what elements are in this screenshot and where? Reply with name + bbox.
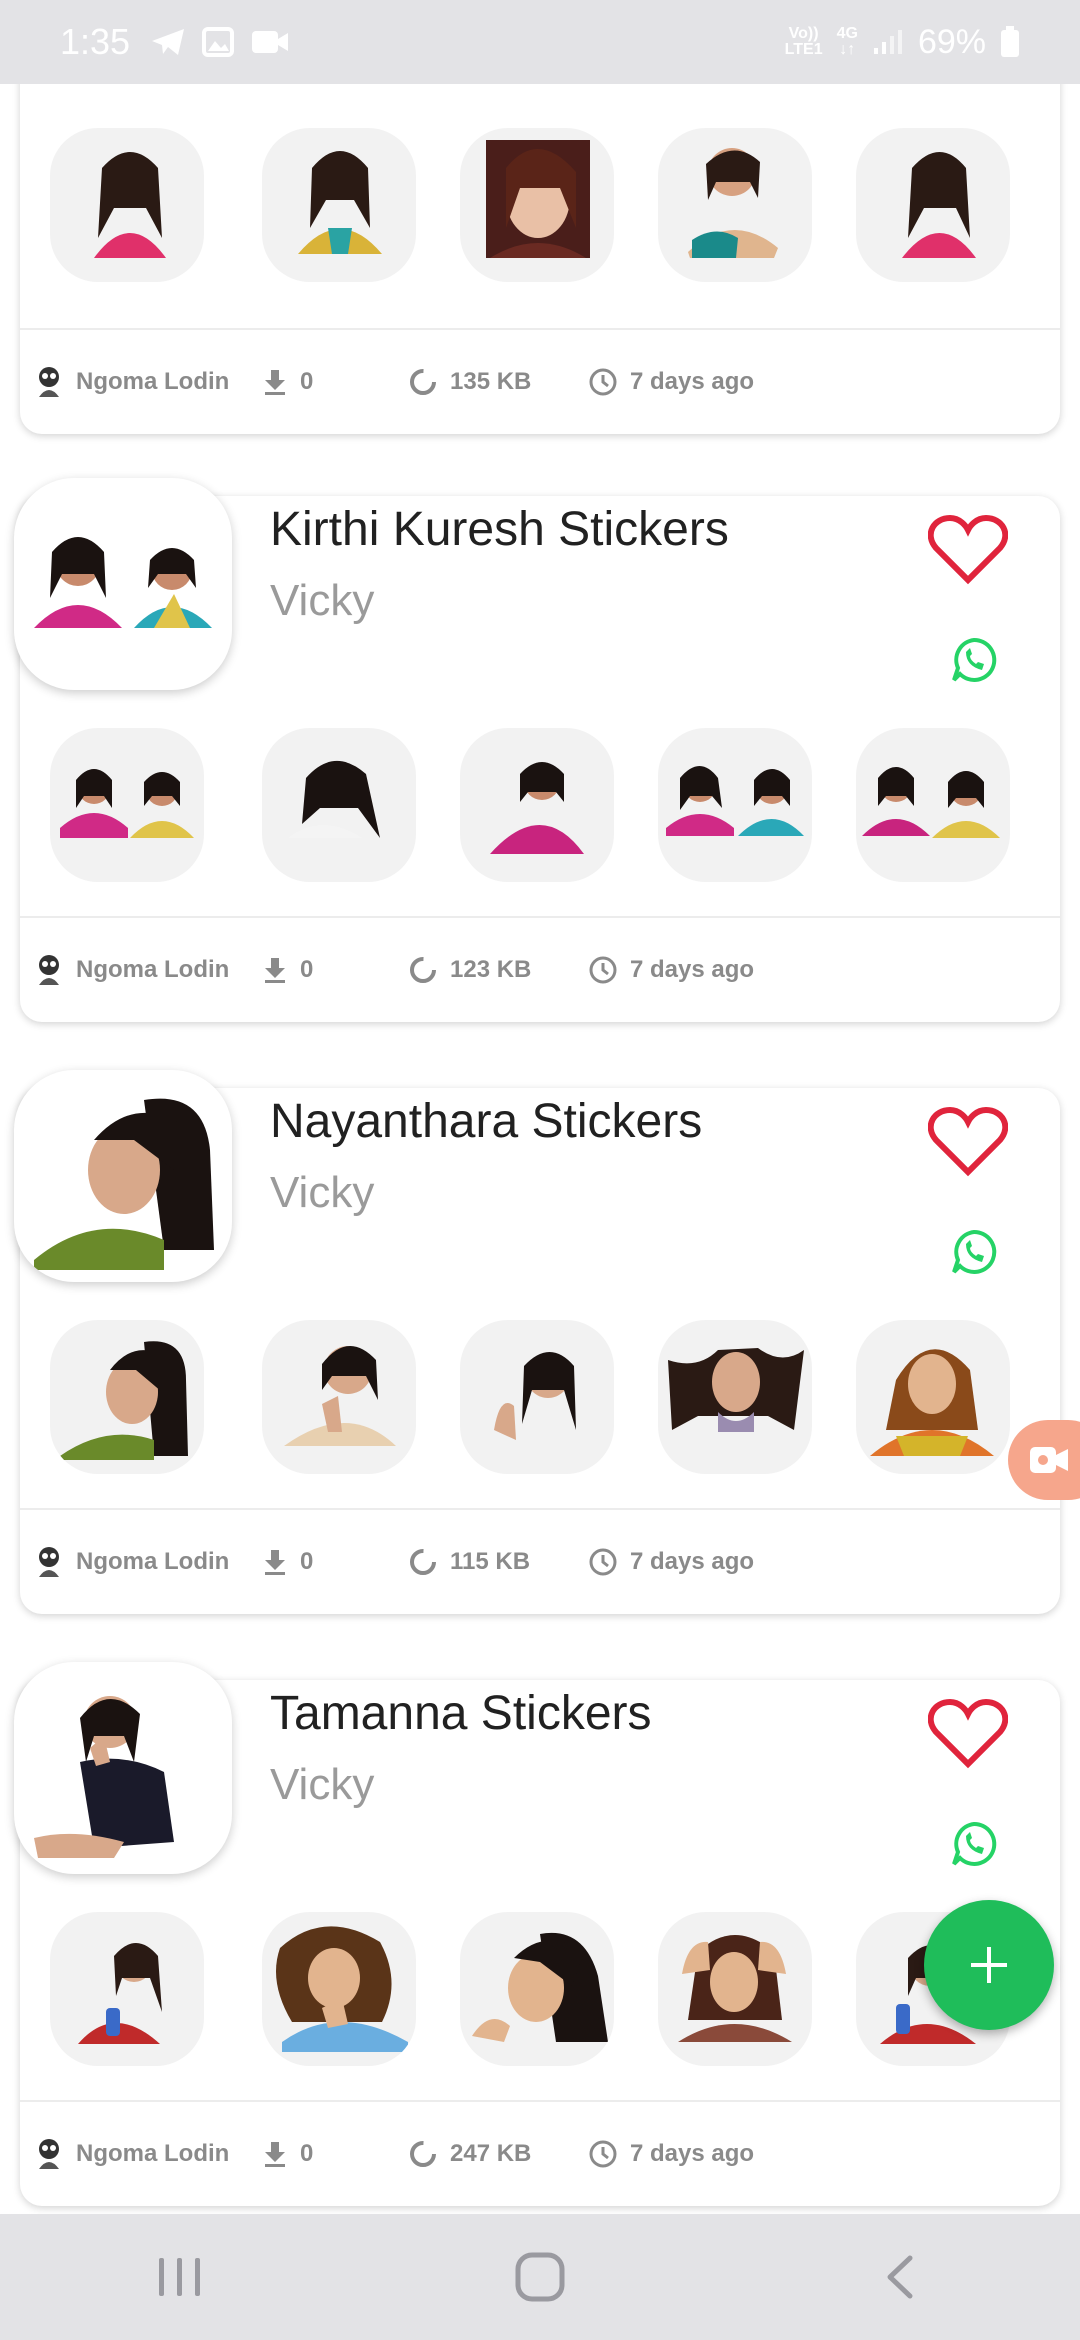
video-camera-icon <box>252 31 289 53</box>
publisher-avatar-icon <box>39 1547 59 1577</box>
sticker-thumbnail[interactable] <box>658 128 812 282</box>
pack-size: 115 KB <box>450 1548 531 1575</box>
size-icon <box>410 957 436 983</box>
battery-percent: 69% <box>917 22 986 61</box>
network-indicator: Vo)) LTE1 <box>784 25 823 58</box>
status-time: 1:35 <box>60 21 131 62</box>
clock-icon <box>589 2140 617 2168</box>
home-button[interactable] <box>480 2237 600 2317</box>
sticker-thumbnail[interactable] <box>50 728 204 882</box>
download-icon <box>265 1550 285 1575</box>
sticker-thumbnail[interactable] <box>856 1320 1010 1474</box>
pack-age: 7 days ago <box>630 1548 755 1575</box>
download-count: 0 <box>300 956 314 983</box>
sticker-pack-list[interactable]: Ngoma Lodin 0 135 KB 7 days ago Kirthi K… <box>0 84 1080 2214</box>
pack-stats-bar: Ngoma Lodin 0 115 KB 7 days ago <box>20 1508 1060 1614</box>
publisher-avatar-icon <box>39 955 59 985</box>
sticker-pack-card[interactable]: Tamanna Stickers Vicky Ngoma Lodin 0 247… <box>14 1662 1060 2206</box>
pack-stats-bar: Ngoma Lodin 0 247 KB 7 days ago <box>20 2100 1060 2206</box>
publisher-name: Ngoma Lodin <box>76 368 230 395</box>
clock-icon <box>589 368 617 396</box>
sticker-thumbnail[interactable] <box>460 1320 614 1474</box>
sticker-thumbnail[interactable] <box>658 1320 812 1474</box>
sticker-thumbnail[interactable] <box>262 728 416 882</box>
home-icon <box>515 2252 565 2302</box>
whatsapp-icon[interactable] <box>950 636 998 684</box>
download-count: 0 <box>300 2140 314 2167</box>
clock-icon <box>589 1548 617 1576</box>
pack-title: Nayanthara Stickers <box>270 1095 703 1148</box>
plus-icon <box>971 1947 1007 1983</box>
network-type: 4G ↓↑ <box>836 25 858 58</box>
video-camera-icon <box>1030 1447 1068 1473</box>
pack-author: Vicky <box>270 576 375 625</box>
download-icon <box>265 2142 285 2167</box>
sticker-thumbnail[interactable] <box>856 728 1010 882</box>
pack-title: Kirthi Kuresh Stickers <box>270 503 729 556</box>
whatsapp-icon[interactable] <box>950 1820 998 1868</box>
pack-tray-icon[interactable] <box>14 478 232 690</box>
publisher-avatar-icon <box>39 367 59 397</box>
gallery-icon <box>202 27 235 57</box>
download-icon <box>265 958 285 983</box>
system-navigation-bar <box>0 2214 1080 2340</box>
pack-stats-bar: Ngoma Lodin 0 135 KB 7 days ago <box>20 328 1060 434</box>
add-pack-button[interactable] <box>924 1900 1054 2030</box>
pack-stats-bar: Ngoma Lodin 0 123 KB 7 days ago <box>20 916 1060 1022</box>
sticker-thumbnail[interactable] <box>50 128 204 282</box>
sticker-pack-card[interactable]: Ngoma Lodin 0 135 KB 7 days ago <box>20 84 1060 434</box>
download-icon <box>265 370 285 395</box>
sticker-thumbnail[interactable] <box>262 1320 416 1474</box>
pack-author: Vicky <box>270 1168 375 1217</box>
pack-title: Tamanna Stickers <box>270 1687 652 1740</box>
whatsapp-icon[interactable] <box>950 1228 998 1276</box>
publisher-name: Ngoma Lodin <box>76 956 230 983</box>
size-icon <box>410 369 436 395</box>
publisher-avatar-icon <box>39 2139 59 2169</box>
status-bar: 1:35 Vo)) LTE1 4G ↓↑ 69% <box>0 0 1080 84</box>
sticker-thumbnail[interactable] <box>460 128 614 282</box>
pack-size: 123 KB <box>450 956 532 983</box>
favorite-heart-icon[interactable] <box>928 1698 1008 1770</box>
battery-icon <box>1001 26 1019 57</box>
sticker-thumbnail[interactable] <box>658 1912 812 2066</box>
sticker-thumbnail[interactable] <box>658 728 812 882</box>
sticker-thumbnail[interactable] <box>856 128 1010 282</box>
signal-icon <box>873 30 902 54</box>
recent-apps-button[interactable] <box>120 2237 240 2317</box>
pack-author: Vicky <box>270 1760 375 1809</box>
publisher-name: Ngoma Lodin <box>76 1548 230 1575</box>
telegram-icon <box>152 29 185 55</box>
back-button[interactable] <box>840 2237 960 2317</box>
publisher-name: Ngoma Lodin <box>76 2140 230 2167</box>
screen-recorder-bubble[interactable] <box>1008 1420 1080 1500</box>
download-count: 0 <box>300 368 314 395</box>
pack-age: 7 days ago <box>630 956 755 983</box>
back-icon <box>887 2255 913 2299</box>
pack-tray-icon[interactable] <box>14 1070 232 1282</box>
pack-size: 247 KB <box>450 2140 532 2167</box>
size-icon <box>410 2141 436 2167</box>
sticker-thumbnail[interactable] <box>50 1320 204 1474</box>
size-icon <box>410 1549 436 1575</box>
download-count: 0 <box>300 1548 314 1575</box>
favorite-heart-icon[interactable] <box>928 514 1008 586</box>
pack-tray-icon[interactable] <box>14 1662 232 1874</box>
sticker-thumbnail[interactable] <box>50 1912 204 2066</box>
pack-age: 7 days ago <box>630 368 755 395</box>
recent-apps-icon <box>159 2258 200 2296</box>
sticker-thumbnail[interactable] <box>460 1912 614 2066</box>
pack-size: 135 KB <box>450 368 532 395</box>
favorite-heart-icon[interactable] <box>928 1106 1008 1178</box>
sticker-pack-card[interactable]: Nayanthara Stickers Vicky Ngoma Lodin 0 <box>14 1070 1060 1614</box>
pack-age: 7 days ago <box>630 2140 755 2167</box>
sticker-thumbnail[interactable] <box>460 728 614 882</box>
sticker-thumbnail[interactable] <box>262 1912 416 2066</box>
sticker-thumbnail[interactable] <box>262 128 416 282</box>
clock-icon <box>589 956 617 984</box>
sticker-pack-card[interactable]: Kirthi Kuresh Stickers Vicky Ngoma Lodin… <box>14 478 1060 1022</box>
